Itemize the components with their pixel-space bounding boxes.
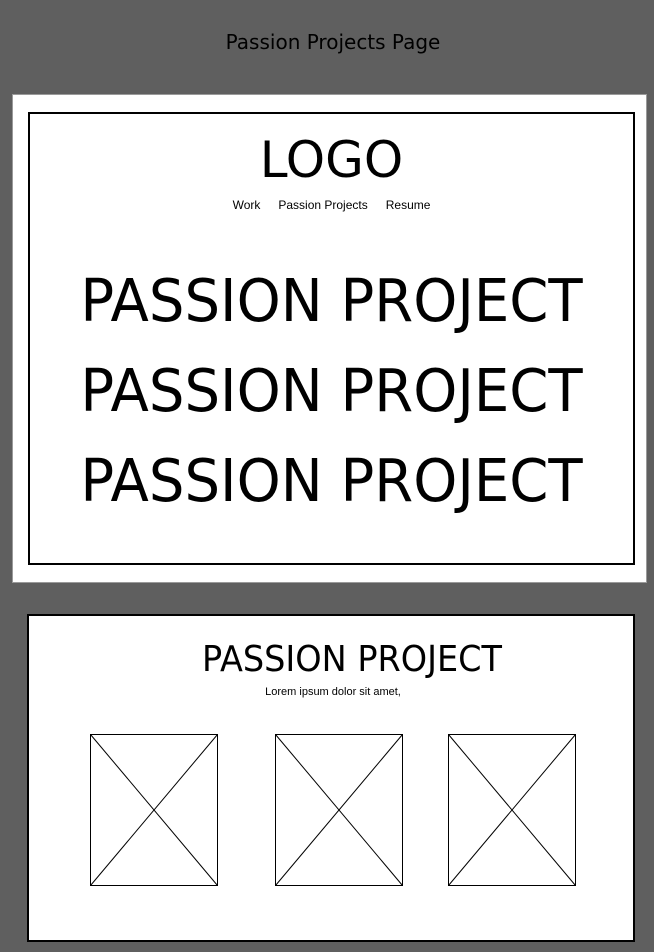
image-placeholder-row	[29, 734, 633, 888]
hero-line: PASSION PROJECT	[80, 266, 583, 335]
logo[interactable]: LOGO	[30, 132, 633, 188]
nav-bar: Work Passion Projects Resume	[30, 198, 633, 212]
image-placeholder-icon	[275, 734, 403, 886]
section-subtitle: Lorem ipsum dolor sit amet,	[265, 686, 401, 698]
image-placeholder-icon	[90, 734, 218, 886]
hero-artboard: LOGO Work Passion Projects Resume PASSIO…	[12, 94, 647, 583]
nav-link-resume[interactable]: Resume	[386, 198, 431, 212]
image-placeholder[interactable]	[275, 734, 403, 886]
page-title: Passion Projects Page	[225, 30, 441, 54]
hero-line: PASSION PROJECT	[80, 356, 583, 425]
hero-heading: PASSION PROJECT PASSION PROJECT PASSION …	[30, 256, 633, 526]
nav-link-passion-projects[interactable]: Passion Projects	[278, 198, 367, 212]
nav-link-work[interactable]: Work	[233, 198, 261, 212]
image-placeholder-icon	[448, 734, 576, 886]
section-title: PASSION PROJECT	[201, 639, 503, 680]
hero-frame: LOGO Work Passion Projects Resume PASSIO…	[28, 112, 635, 565]
hero-line: PASSION PROJECT	[80, 446, 583, 515]
image-placeholder[interactable]	[448, 734, 576, 886]
image-placeholder[interactable]	[90, 734, 218, 886]
project-section-artboard: PASSION PROJECT Lorem ipsum dolor sit am…	[27, 614, 635, 942]
